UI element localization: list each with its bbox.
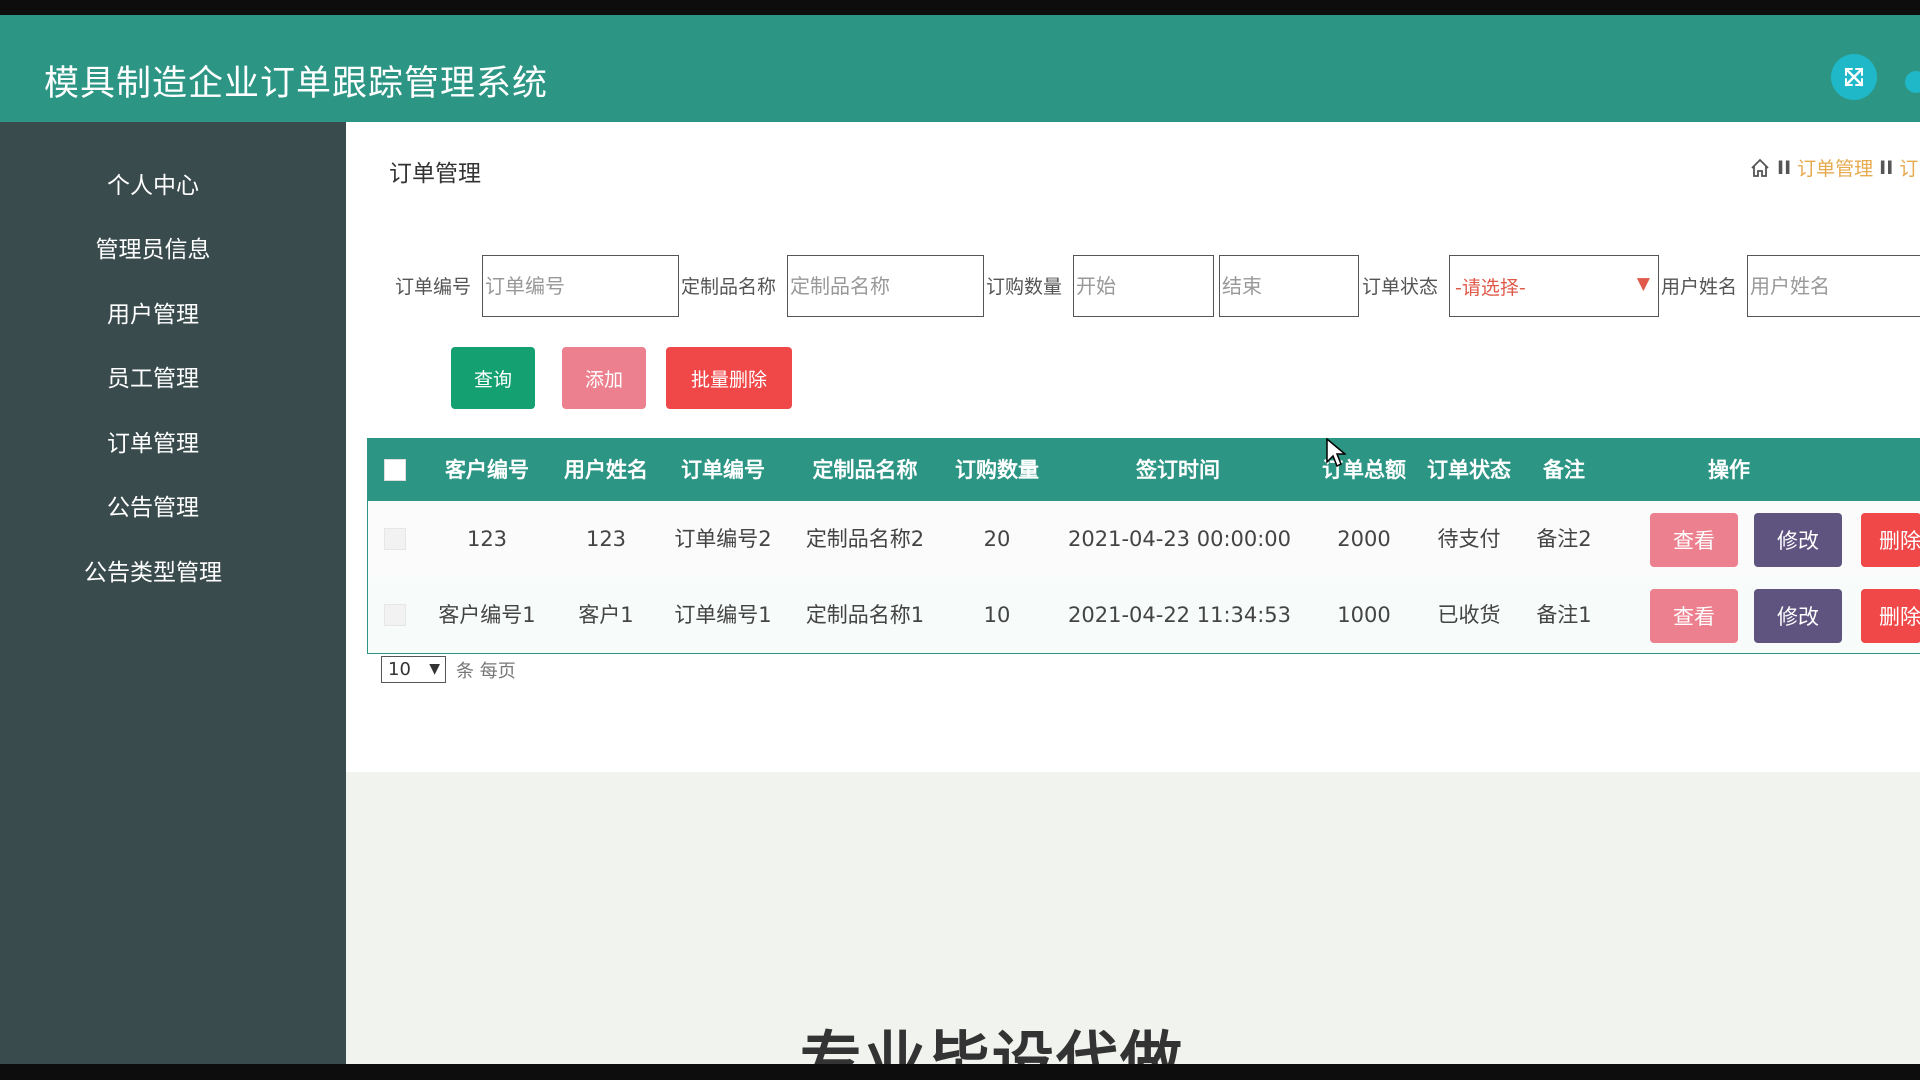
quantity-start-input[interactable]: 开始 <box>1073 255 1214 317</box>
user-name-label: 用户姓名 <box>1661 276 1738 298</box>
user-menu-button[interactable] <box>1905 71 1920 93</box>
column-header: 用户姓名 <box>564 458 648 482</box>
cell-customer-no: 123 <box>466 527 508 551</box>
sidebar-item-users[interactable]: 用户管理 <box>0 295 306 329</box>
add-button[interactable]: 添加 <box>562 347 646 409</box>
content-panel: 订单管理 II 订单管理 II 订 订单编号 订单编号 定制品名称 定制品名称 … <box>346 122 1920 772</box>
status-select-value: -请选择- <box>1455 277 1526 299</box>
row-checkbox[interactable] <box>384 604 406 626</box>
quantity-label: 订购数量 <box>986 276 1063 298</box>
chevron-down-icon: ▼ <box>1636 274 1650 294</box>
order-no-input[interactable]: 订单编号 <box>482 255 679 317</box>
pagination: 10 ▼ 条 每页 <box>381 656 516 683</box>
mouse-cursor-icon <box>1326 438 1346 468</box>
delete-button[interactable]: 删除 <box>1861 589 1920 643</box>
sidebar-item-announcements[interactable]: 公告管理 <box>0 488 306 522</box>
sidebar-item-announcement-types[interactable]: 公告类型管理 <box>0 553 306 587</box>
home-icon[interactable] <box>1749 157 1771 179</box>
sidebar-item-employees[interactable]: 员工管理 <box>0 359 306 393</box>
view-button[interactable]: 查看 <box>1650 589 1738 643</box>
column-header: 客户编号 <box>445 458 529 482</box>
table-header: 客户编号 用户姓名 订单编号 定制品名称 订购数量 签订时间 订单总额 订单状态… <box>368 439 1920 501</box>
status-label: 订单状态 <box>1362 276 1439 298</box>
quantity-end-input[interactable]: 结束 <box>1219 255 1359 317</box>
page-size-select[interactable]: 10 ▼ <box>381 656 446 683</box>
sidebar-item-admin-info[interactable]: 管理员信息 <box>0 230 306 264</box>
table-row: 123 123 订单编号2 定制品名称2 20 2021-04-23 00:00… <box>368 501 1920 577</box>
cell-remark: 备注2 <box>1536 527 1592 551</box>
page-size-value: 10 <box>388 659 411 680</box>
order-no-label: 订单编号 <box>395 276 472 298</box>
page-title: 订单管理 <box>389 161 481 187</box>
cell-remark: 备注1 <box>1536 603 1592 627</box>
select-all-checkbox[interactable] <box>384 459 406 481</box>
edit-button[interactable]: 修改 <box>1754 513 1842 567</box>
sidebar: 个人中心 管理员信息 用户管理 员工管理 订单管理 公告管理 公告类型管理 <box>0 122 346 1064</box>
cell-user-name: 客户1 <box>578 603 634 627</box>
cell-order-no: 订单编号1 <box>674 603 772 627</box>
column-header: 订单总额 <box>1322 458 1406 482</box>
column-header: 定制品名称 <box>812 458 918 482</box>
fullscreen-toggle-icon <box>1844 67 1864 87</box>
cell-sign-time: 2021-04-23 00:00:00 <box>1068 527 1292 551</box>
top-header: 模具制造企业订单跟踪管理系统 <box>0 15 1920 122</box>
cell-sign-time: 2021-04-22 11:34:53 <box>1068 603 1292 627</box>
fullscreen-button[interactable] <box>1831 54 1877 100</box>
breadcrumb-current[interactable]: 订单管理 <box>1797 154 1873 181</box>
edit-button[interactable]: 修改 <box>1754 589 1842 643</box>
breadcrumb-separator: II <box>1879 156 1894 179</box>
cell-product-name: 定制品名称1 <box>805 603 925 627</box>
cell-order-no: 订单编号2 <box>674 527 772 551</box>
column-header: 订单编号 <box>681 458 765 482</box>
main-content: 订单管理 II 订单管理 II 订 订单编号 订单编号 定制品名称 定制品名称 … <box>346 122 1920 1064</box>
sidebar-item-profile[interactable]: 个人中心 <box>0 166 306 200</box>
delete-button[interactable]: 删除 <box>1861 513 1920 567</box>
column-header: 操作 <box>1708 458 1750 482</box>
user-name-input[interactable]: 用户姓名 <box>1747 255 1920 317</box>
cell-user-name: 123 <box>585 527 627 551</box>
cell-total: 1000 <box>1337 603 1391 627</box>
breadcrumb-separator: II <box>1777 156 1792 179</box>
column-header: 签订时间 <box>1136 458 1220 482</box>
letterbox-top <box>0 0 1920 15</box>
cell-quantity: 10 <box>983 603 1011 627</box>
cell-customer-no: 客户编号1 <box>438 603 536 627</box>
row-checkbox[interactable] <box>384 528 406 550</box>
table-row: 客户编号1 客户1 订单编号1 定制品名称1 10 2021-04-22 11:… <box>368 577 1920 653</box>
cell-total: 2000 <box>1337 527 1391 551</box>
chevron-down-icon: ▼ <box>429 661 440 677</box>
query-button[interactable]: 查询 <box>451 347 535 409</box>
column-header: 订购数量 <box>955 458 1039 482</box>
page-size-suffix: 条 每页 <box>456 660 516 682</box>
breadcrumb-next[interactable]: 订 <box>1899 154 1918 181</box>
sidebar-item-orders[interactable]: 订单管理 <box>0 424 306 458</box>
app-title: 模具制造企业订单跟踪管理系统 <box>44 64 549 104</box>
letterbox-bottom <box>0 1064 1920 1080</box>
orders-table: 客户编号 用户姓名 订单编号 定制品名称 订购数量 签订时间 订单总额 订单状态… <box>367 438 1920 654</box>
batch-delete-button[interactable]: 批量删除 <box>666 347 792 409</box>
cell-quantity: 20 <box>983 527 1011 551</box>
product-name-input[interactable]: 定制品名称 <box>787 255 984 317</box>
view-button[interactable]: 查看 <box>1650 513 1738 567</box>
breadcrumb: II 订单管理 II 订 <box>1749 154 1918 181</box>
product-name-label: 定制品名称 <box>681 276 777 298</box>
column-header: 备注 <box>1543 458 1585 482</box>
cell-product-name: 定制品名称2 <box>805 527 925 551</box>
status-select[interactable]: -请选择- ▼ <box>1449 255 1659 317</box>
